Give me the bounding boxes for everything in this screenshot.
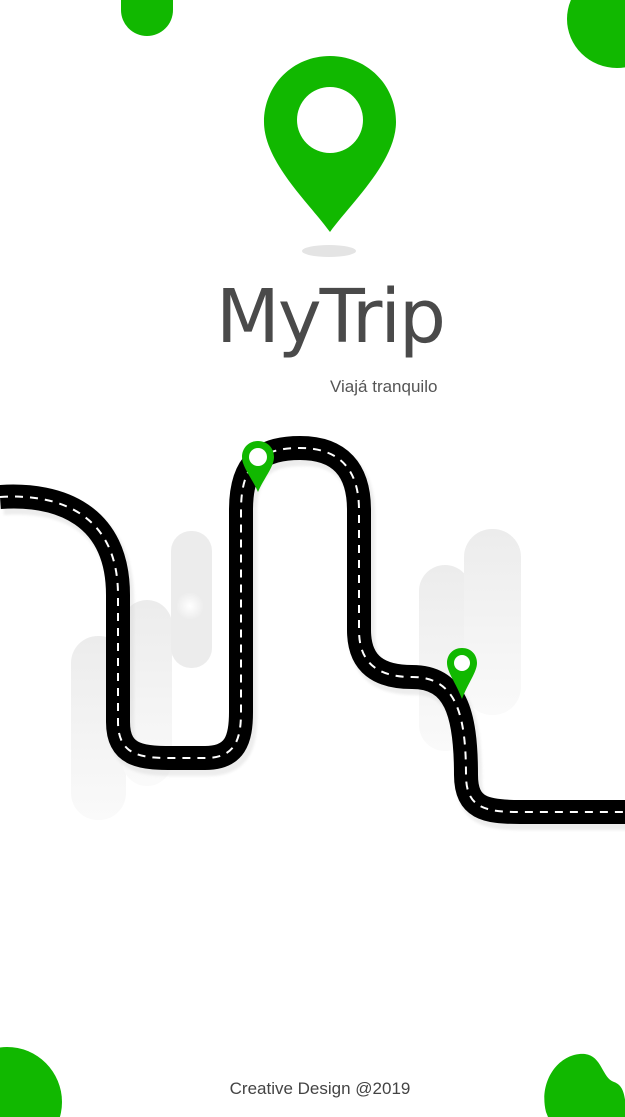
- decorative-blob-top-left: [121, 0, 173, 36]
- location-pin-icon: [264, 56, 396, 232]
- footer-credit: Creative Design @2019: [229, 1079, 411, 1098]
- road-illustration: [0, 436, 625, 830]
- decorative-blob-top-right: [567, 0, 625, 68]
- splash-screen: MyTrip Viajá tranquilo Creative Design @…: [0, 0, 625, 1117]
- app-tagline: Viajá tranquilo: [330, 377, 438, 396]
- app-title: MyTrip: [216, 274, 446, 360]
- pin-shadow: [302, 245, 356, 257]
